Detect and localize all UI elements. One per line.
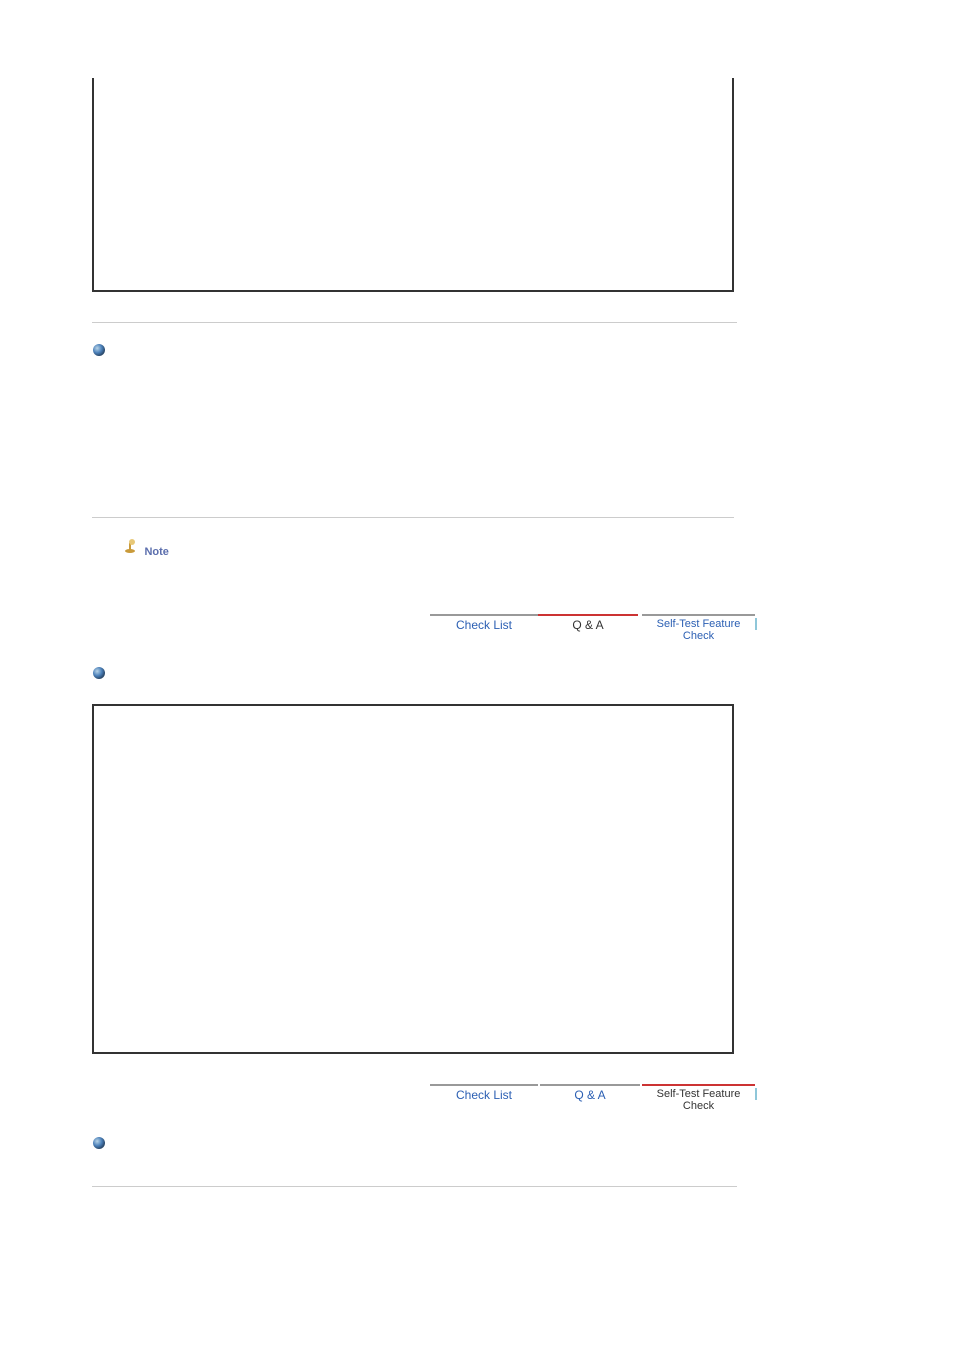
tab-pipe-icon [755,1088,757,1100]
tab-label: Self-Test Feature Check [657,1088,741,1112]
content-box-middle [92,704,734,1054]
divider [92,517,734,518]
tab-self-test-active[interactable]: Self-Test Feature Check [642,1084,755,1104]
section-bullet-3 [92,1136,734,1150]
tab-navigation-1: Check List Q & A Self-Test Feature Check [92,614,756,636]
note-label: Note [120,537,169,560]
note-text: Note [144,546,168,558]
tab-label: Check List [456,1088,512,1102]
tab-qa[interactable]: Q & A [540,1084,640,1104]
tab-label: Q & A [574,1088,605,1102]
tab-qa-active[interactable]: Q & A [538,614,638,634]
tab-label: Self-Test Feature Check [657,618,741,642]
tab-pipe-icon [755,618,757,630]
content-box-top [92,78,734,292]
bullet-icon [92,343,106,357]
tab-check-list[interactable]: Check List [430,614,538,634]
bullet-icon [92,1136,106,1150]
divider [92,1186,737,1187]
pushpin-icon [120,537,140,555]
section-bullet-1 [92,343,734,357]
tab-label: Check List [456,618,512,632]
tab-self-test[interactable]: Self-Test Feature Check [642,614,755,634]
section-bullet-2 [92,666,734,680]
tab-check-list[interactable]: Check List [430,1084,538,1104]
bullet-icon [92,666,106,680]
tab-navigation-2: Check List Q & A Self-Test Feature Check [92,1084,756,1106]
divider [92,322,737,323]
tab-label: Q & A [572,618,603,632]
